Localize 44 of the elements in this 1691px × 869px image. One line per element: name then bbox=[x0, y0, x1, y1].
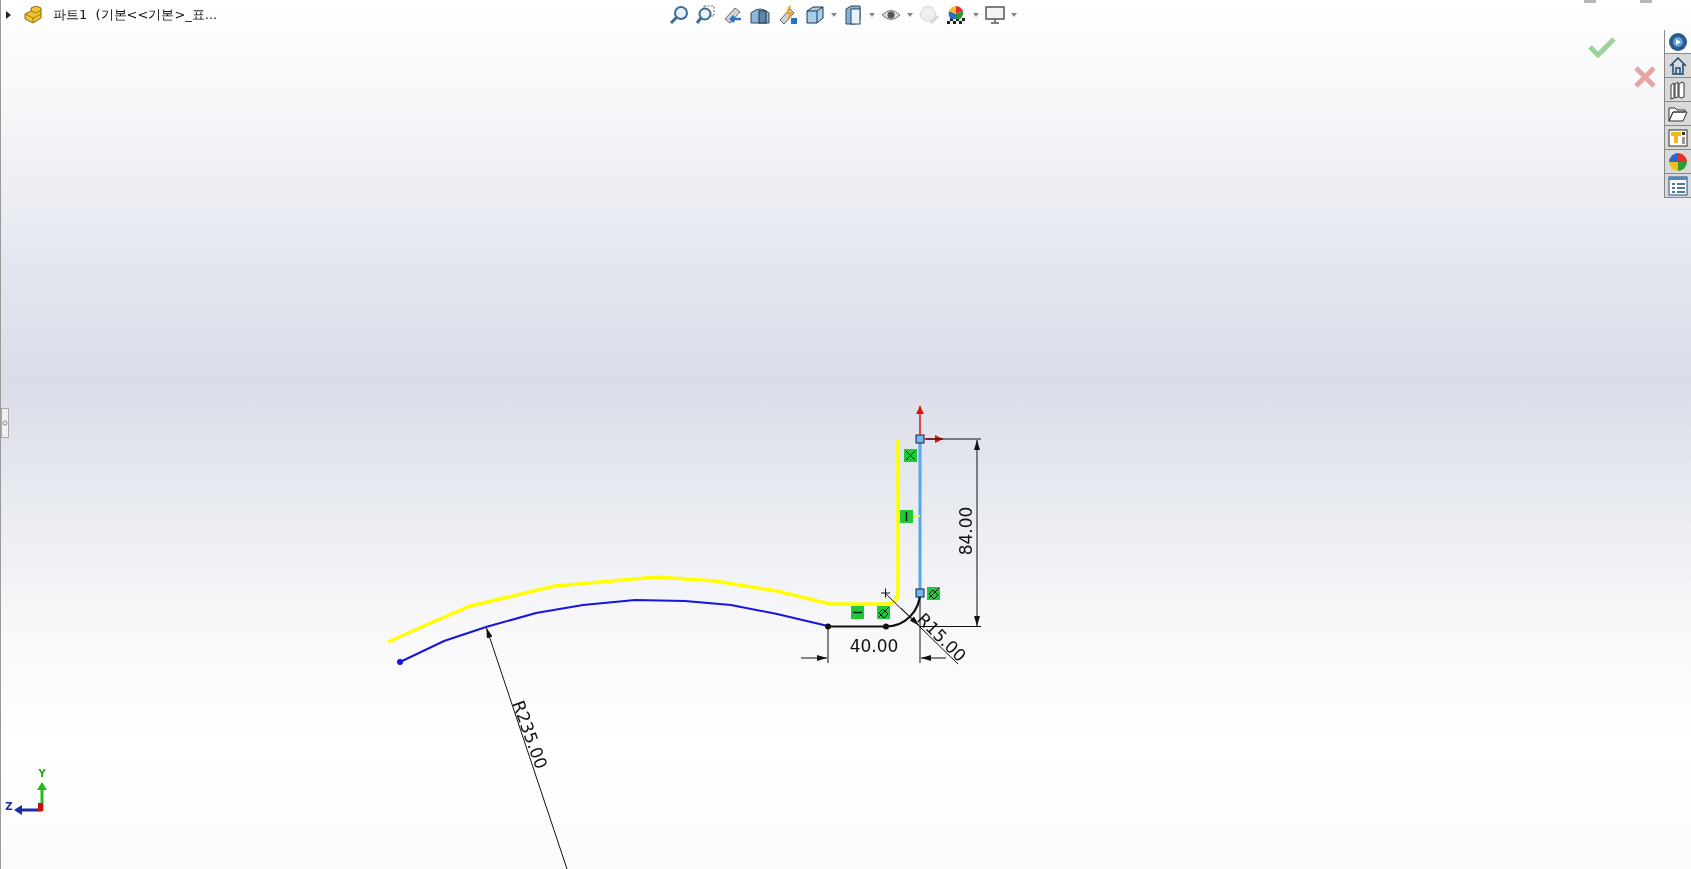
relation-icon bbox=[927, 587, 940, 600]
task-pane-tab[interactable] bbox=[1665, 174, 1691, 198]
axis-label: Y bbox=[38, 768, 46, 779]
magnifier-icon[interactable] bbox=[695, 5, 715, 25]
endpoint-handle[interactable] bbox=[915, 588, 925, 598]
books-icon bbox=[1668, 79, 1688, 100]
dropdown-caret-icon[interactable] bbox=[869, 13, 875, 17]
color-sphere-checker-icon[interactable] bbox=[945, 5, 967, 25]
layout-board-icon bbox=[1668, 127, 1688, 148]
home-icon bbox=[1668, 55, 1688, 76]
relation-icon bbox=[900, 510, 921, 523]
panel-handle-icon[interactable] bbox=[1, 408, 9, 438]
axis-label: Z bbox=[5, 801, 13, 812]
task-pane-tab[interactable] bbox=[1665, 126, 1691, 150]
magnifier-icon[interactable] bbox=[669, 5, 689, 25]
task-pane-tab[interactable] bbox=[1665, 78, 1691, 102]
vertical-dimension-text[interactable]: 84.00 bbox=[956, 506, 976, 556]
monitor-icon[interactable] bbox=[985, 6, 1005, 24]
task-pane-tab[interactable] bbox=[1665, 150, 1691, 174]
cube-icon[interactable] bbox=[805, 5, 825, 25]
relation-icon bbox=[877, 606, 890, 619]
endpoint-handle[interactable] bbox=[915, 434, 925, 444]
dropdown-caret-icon[interactable] bbox=[973, 13, 979, 17]
collapse-caret-icon[interactable] bbox=[5, 11, 13, 19]
section-view-icon[interactable] bbox=[749, 5, 771, 25]
dropdown-caret-icon[interactable] bbox=[831, 13, 837, 17]
eye-icon[interactable] bbox=[881, 8, 901, 22]
globe-play-icon bbox=[1668, 31, 1688, 52]
list-icon bbox=[1668, 175, 1688, 196]
document-title[interactable]: 파트1 (기본<<기본>_표... bbox=[53, 6, 218, 24]
horizontal-dimension-text[interactable]: 40.00 bbox=[849, 636, 899, 656]
task-pane-tab[interactable] bbox=[1665, 102, 1691, 126]
relation-icon bbox=[904, 449, 917, 462]
checkmark-icon[interactable] bbox=[1588, 36, 1616, 58]
dropdown-caret-icon[interactable] bbox=[1011, 13, 1017, 17]
part-icon bbox=[23, 6, 43, 24]
dropdown-caret-icon[interactable] bbox=[907, 13, 913, 17]
shaded-cube-icon[interactable] bbox=[843, 5, 863, 25]
task-pane-tab[interactable] bbox=[1665, 30, 1691, 54]
axis-triad-drawing bbox=[14, 782, 47, 815]
task-pane-tab[interactable] bbox=[1665, 54, 1691, 78]
center-mark bbox=[880, 588, 891, 598]
color-sphere-icon bbox=[1668, 151, 1688, 172]
relation-icon bbox=[851, 606, 864, 619]
